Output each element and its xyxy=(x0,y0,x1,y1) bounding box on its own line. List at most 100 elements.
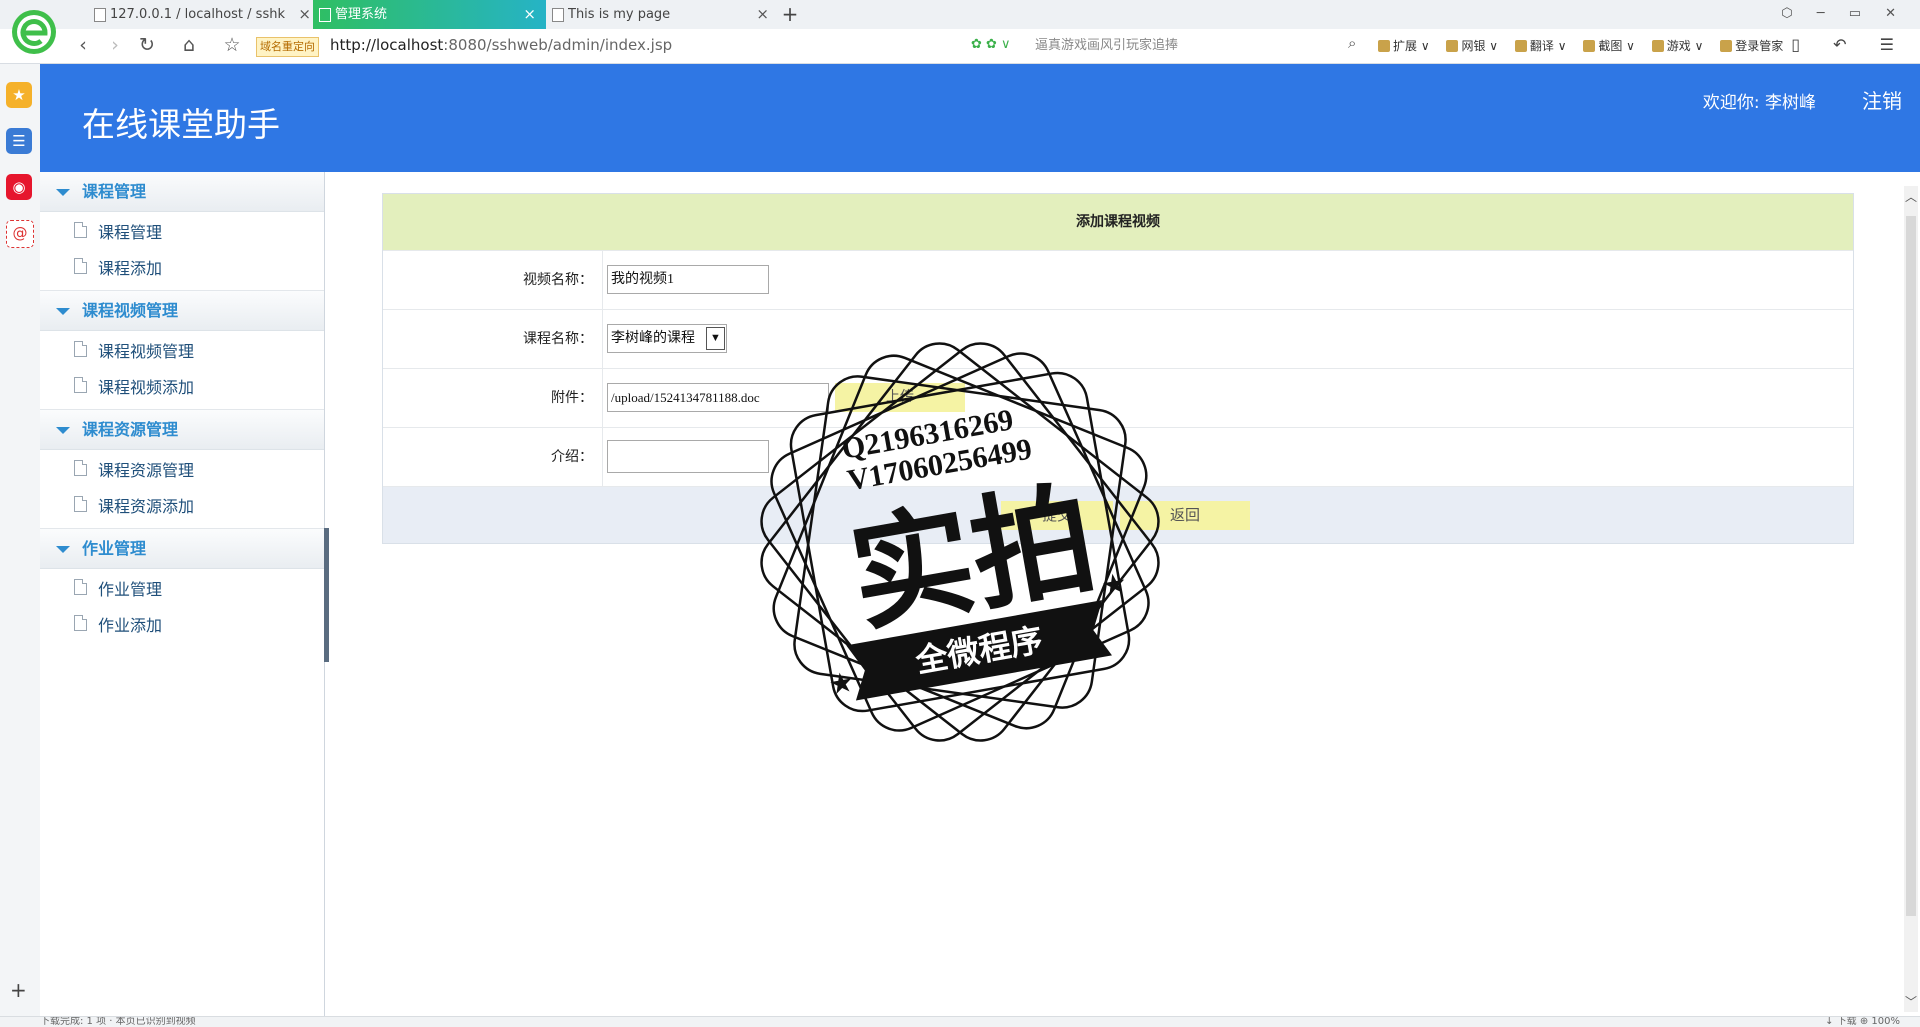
menu-item-video-add[interactable]: 课程视频添加 xyxy=(40,370,324,406)
document-icon xyxy=(74,460,87,476)
upload-button[interactable]: 上传 xyxy=(835,383,965,412)
menu-group-header[interactable]: 作业管理 xyxy=(40,529,324,569)
menu-item-label: 课程资源添加 xyxy=(98,497,195,516)
form-row-attachment: 附件： /upload/1524134781188.doc 上传 xyxy=(383,368,1853,427)
divider xyxy=(602,310,603,368)
intro-label: 介绍： xyxy=(551,449,593,465)
divider xyxy=(602,251,603,309)
course-select-value: 李树峰的课程 xyxy=(611,331,695,346)
favorites-star-icon[interactable]: ★ xyxy=(6,82,32,108)
tab-title: 127.0.0.1 / localhost / sshketang xyxy=(110,7,285,22)
tab-close-icon[interactable]: × xyxy=(756,0,769,29)
document-icon xyxy=(74,377,87,393)
video-name-input[interactable]: 我的视频1 xyxy=(607,265,769,294)
browser-tab-bar: 127.0.0.1 / localhost / sshketang × 管理系统… xyxy=(0,0,1920,29)
menu-item-course-add[interactable]: 课程添加 xyxy=(40,251,324,287)
url-path: :8080/sshweb/admin/index.jsp xyxy=(443,36,673,54)
toolbar-translate[interactable]: 翻译 ∨ xyxy=(1515,37,1567,54)
toolbar-ebank[interactable]: 网银 ∨ xyxy=(1446,37,1498,54)
menu-item-label: 课程视频添加 xyxy=(98,378,195,397)
menu-splitter-handle[interactable] xyxy=(324,528,329,662)
menu-item-label: 课程视频管理 xyxy=(98,342,195,361)
tab-title: This is my page xyxy=(568,7,671,22)
window-controls[interactable]: ⬡ ─ ▭ ✕ xyxy=(1781,6,1906,21)
welcome-text: 欢迎你: 李树峰 xyxy=(1702,93,1816,113)
mail-icon[interactable]: @ xyxy=(6,220,34,248)
weibo-icon[interactable]: ◉ xyxy=(6,174,32,200)
menu-group-header[interactable]: 课程资源管理 xyxy=(40,410,324,450)
url-host: http://localhost xyxy=(330,36,444,54)
menu-item-course-manage[interactable]: 课程管理 xyxy=(40,215,324,251)
divider xyxy=(602,428,603,486)
course-label: 课程名称： xyxy=(523,331,593,347)
app-title: 在线课堂助手 xyxy=(82,105,280,144)
form-title: 添加课程视频 xyxy=(383,194,1853,250)
menu-item-label: 作业管理 xyxy=(98,580,163,599)
browser-status-bar: 下载完成: 1 项 · 本页已识别到视频 ↓ 下载 ⊕ 100% xyxy=(0,1016,1920,1027)
page-icon xyxy=(552,8,564,22)
address-bar: ‹ › ↻ ⌂ ☆ 域名重定向 http://localhost:8080/ss… xyxy=(0,29,1920,64)
menu-item-label: 课程管理 xyxy=(98,223,163,242)
search-icon[interactable]: ⌕ xyxy=(1348,34,1356,52)
favorite-star-icon[interactable]: ☆ xyxy=(221,34,243,56)
menu-item-resource-add[interactable]: 课程资源添加 xyxy=(40,489,324,525)
scroll-down-icon[interactable]: ﹀ xyxy=(1904,993,1918,1010)
intro-textarea[interactable] xyxy=(607,440,769,473)
menu-group-video: 课程视频管理 课程视频管理 课程视频添加 xyxy=(40,291,324,410)
address-extension-icons[interactable]: ✿ ✿ ∨ xyxy=(971,37,1011,52)
logout-link[interactable]: 注销 xyxy=(1862,85,1902,114)
list-icon[interactable]: ☰ xyxy=(6,128,32,154)
browser-tab-admin[interactable]: 管理系统 × xyxy=(313,0,546,29)
add-icon[interactable]: + xyxy=(10,978,27,1002)
document-icon xyxy=(74,579,87,595)
back-button[interactable]: 返回 xyxy=(1120,501,1250,530)
menu-item-homework-manage[interactable]: 作业管理 xyxy=(40,572,324,608)
menu-group-homework: 作业管理 作业管理 作业添加 xyxy=(40,529,324,647)
tab-close-icon[interactable]: × xyxy=(523,0,536,29)
chevron-down-icon[interactable]: ▼ xyxy=(706,327,725,350)
attachment-input[interactable]: /upload/1524134781188.doc xyxy=(607,383,829,412)
back-icon[interactable]: ‹ xyxy=(72,34,94,56)
redirect-badge[interactable]: 域名重定向 xyxy=(256,37,319,57)
new-tab-button[interactable]: + xyxy=(780,2,800,26)
menu-item-resource-manage[interactable]: 课程资源管理 xyxy=(40,453,324,489)
page-icon xyxy=(319,8,331,22)
menu-item-label: 作业添加 xyxy=(98,616,163,635)
menu-item-label: 课程添加 xyxy=(98,259,163,278)
toolbar-screenshot[interactable]: 截图 ∨ xyxy=(1583,37,1635,54)
document-icon xyxy=(74,615,87,631)
toolbar-menu-icons[interactable]: ▯ ↶ ☰ xyxy=(1791,35,1908,54)
scrollbar-thumb[interactable] xyxy=(1906,216,1916,916)
toolbar-games[interactable]: 游戏 ∨ xyxy=(1652,37,1704,54)
browser-tab-my-page[interactable]: This is my page × xyxy=(546,0,779,29)
menu-item-label: 课程资源管理 xyxy=(98,461,195,480)
home-icon[interactable]: ⌂ xyxy=(178,34,200,56)
toolbar-login-manager[interactable]: 登录管家 xyxy=(1720,37,1783,54)
document-icon xyxy=(74,222,87,238)
toolbar-extensions[interactable]: 扩展 ∨ xyxy=(1378,37,1430,54)
page-scrollbar[interactable]: ︿ ﹀ xyxy=(1904,186,1918,1012)
scroll-up-icon[interactable]: ︿ xyxy=(1904,188,1918,205)
page-icon xyxy=(94,8,106,22)
menu-group-header[interactable]: 课程管理 xyxy=(40,172,324,212)
menu-group-header[interactable]: 课程视频管理 xyxy=(40,291,324,331)
divider xyxy=(602,369,603,427)
url-field[interactable]: http://localhost:8080/sshweb/admin/index… xyxy=(330,36,672,54)
reload-icon[interactable]: ↻ xyxy=(136,34,158,56)
browser-logo-icon xyxy=(12,10,56,54)
add-video-form: 添加课程视频 视频名称： 我的视频1 课程名称： 李树峰的课程 ▼ 附件： /u… xyxy=(382,193,1854,544)
course-select[interactable]: 李树峰的课程 ▼ xyxy=(607,324,727,353)
tab-close-icon[interactable]: × xyxy=(298,0,311,29)
form-actions: 提交 返回 xyxy=(383,486,1853,543)
browser-toolbar: 扩展 ∨ 网银 ∨ 翻译 ∨ 截图 ∨ 游戏 ∨ 登录管家 xyxy=(1378,37,1796,54)
menu-item-video-manage[interactable]: 课程视频管理 xyxy=(40,334,324,370)
document-icon xyxy=(74,341,87,357)
browser-side-rail: ★ ☰ ◉ @ + xyxy=(0,64,41,1016)
tab-title: 管理系统 xyxy=(335,7,388,22)
search-input[interactable]: 逼真游戏画风引玩家追捧 xyxy=(1035,34,1355,58)
submit-button[interactable]: 提交 xyxy=(1001,501,1113,530)
browser-tab-phpmyadmin[interactable]: 127.0.0.1 / localhost / sshketang × xyxy=(88,0,321,29)
video-name-label: 视频名称： xyxy=(523,272,593,288)
menu-item-homework-add[interactable]: 作业添加 xyxy=(40,608,324,644)
forward-icon[interactable]: › xyxy=(104,34,126,56)
